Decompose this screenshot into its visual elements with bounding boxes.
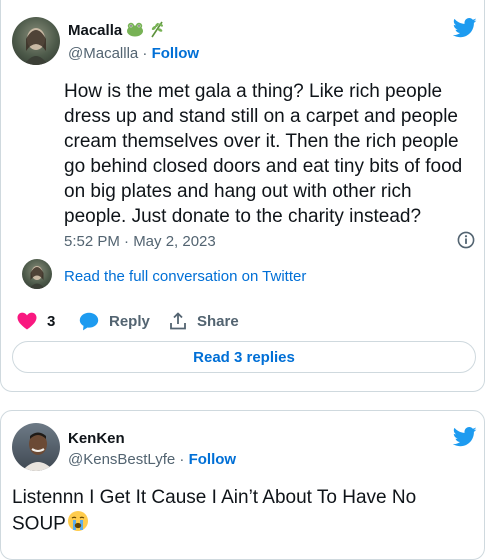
author-handle[interactable]: @Macallla: [68, 45, 138, 62]
heart-icon: [17, 312, 37, 330]
author-handle[interactable]: @KensBestLyfe: [68, 451, 175, 468]
tweet-timestamp[interactable]: 5:52 PM · May 2, 2023: [64, 233, 216, 250]
author-handle-line: @Macallla · Follow: [68, 45, 200, 62]
share-label: Share: [197, 312, 239, 330]
tweet-text: Listennn I Get It Cause I Ain’t About To…: [12, 485, 472, 539]
frog-icon: [126, 21, 144, 41]
author-name[interactable]: Macalla: [68, 20, 165, 42]
avatar[interactable]: [12, 423, 60, 471]
author-name[interactable]: KenKen: [68, 430, 125, 447]
share-button[interactable]: Share: [169, 312, 239, 330]
like-count: 3: [47, 312, 56, 330]
twitter-bird-icon[interactable]: [452, 18, 479, 40]
avatar-small[interactable]: [22, 259, 52, 289]
like-button[interactable]: 3: [17, 312, 55, 330]
follow-button[interactable]: Follow: [189, 451, 237, 468]
reply-button[interactable]: Reply: [79, 312, 150, 331]
info-icon[interactable]: [457, 231, 475, 249]
read-replies-button[interactable]: Read 3 replies: [12, 341, 476, 373]
reply-bubble-icon: [79, 312, 99, 331]
follow-button[interactable]: Follow: [152, 45, 200, 62]
share-icon: [169, 312, 187, 330]
reply-label: Reply: [109, 313, 150, 330]
twitter-bird-icon[interactable]: [452, 427, 479, 449]
conversation-link[interactable]: Read the full conversation on Twitter: [64, 268, 306, 285]
read-replies-label: Read 3 replies: [193, 348, 295, 366]
herb-icon: [149, 20, 165, 42]
author-handle-line: @KensBestLyfe · Follow: [68, 451, 237, 468]
crying-face-icon: [67, 510, 89, 539]
avatar[interactable]: [12, 17, 60, 65]
tweet-text: How is the met gala a thing? Like rich p…: [64, 81, 463, 227]
